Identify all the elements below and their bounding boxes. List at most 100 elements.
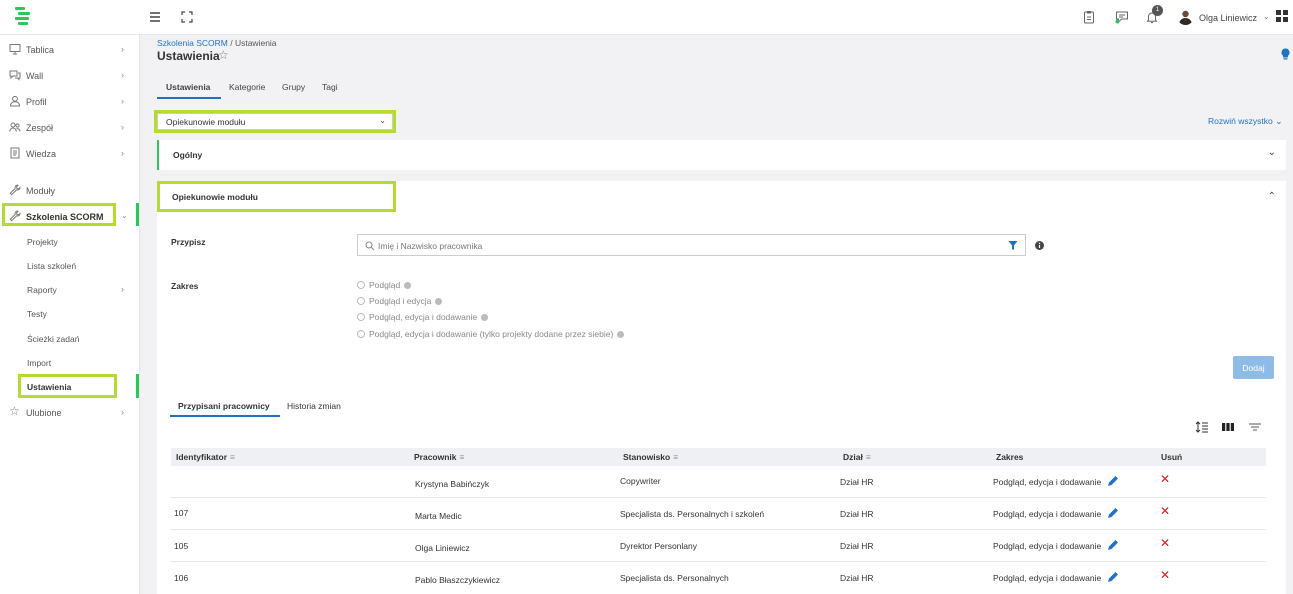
app-logo[interactable] <box>13 6 31 28</box>
radio-circle <box>357 297 365 305</box>
sort-icon: ≡ <box>459 452 465 462</box>
cell-scope: Podgląd, edycja i dodawanie <box>993 573 1102 583</box>
delete-icon[interactable]: ✕ <box>1160 472 1170 486</box>
cell-department: Dział HR <box>840 541 874 551</box>
tab-grupy[interactable]: Grupy <box>282 82 305 92</box>
sidebar-item-label: Zespół <box>26 123 54 133</box>
chevron-right-icon: › <box>121 70 124 80</box>
top-bar: 1 Olga Liniewicz ⌄ <box>0 0 1293 35</box>
cell-department: Dział HR <box>840 477 874 487</box>
cell-id: 107 <box>174 508 189 518</box>
scope-option-label: Podgląd, edycja i dodawanie (tylko proje… <box>369 329 614 339</box>
fullscreen-icon[interactable] <box>180 10 194 24</box>
tab-change-history[interactable]: Historia zmian <box>287 401 341 411</box>
column-header: Usuń <box>1161 452 1183 462</box>
columns-icon[interactable] <box>1221 420 1235 434</box>
chat-icon <box>9 70 21 81</box>
column-header[interactable]: Stanowisko ≡ <box>623 452 678 462</box>
add-button[interactable]: Dodaj <box>1233 356 1274 379</box>
user-name[interactable]: Olga Liniewicz <box>1199 13 1257 23</box>
sidebar-item-zespol[interactable]: Zespół › <box>0 117 140 139</box>
edit-pencil-icon[interactable] <box>1107 475 1119 487</box>
radio-circle <box>357 281 365 289</box>
sidebar-item-profil[interactable]: Profil › <box>0 91 140 113</box>
hamburger-menu-icon[interactable] <box>148 10 162 24</box>
edit-pencil-icon[interactable] <box>1107 571 1119 583</box>
info-icon <box>435 298 443 305</box>
scope-option-preview-edit[interactable]: Podgląd i edycja <box>357 296 443 306</box>
employee-search-input[interactable] <box>378 239 998 252</box>
user-menu-chevron-icon[interactable]: ⌄ <box>1263 12 1270 21</box>
scope-option-preview-edit-add[interactable]: Podgląd, edycja i dodawanie <box>357 312 489 322</box>
delete-icon[interactable]: ✕ <box>1160 568 1170 582</box>
chevron-right-icon: › <box>121 284 124 294</box>
cell-position: Specjalista ds. Personalnych i szkoleń <box>620 509 765 519</box>
table-row: 105 Olga Liniewicz Dyrektor Personlany D… <box>171 530 1266 562</box>
highlight-frame <box>154 110 396 133</box>
apps-grid-icon[interactable] <box>1276 10 1288 22</box>
cell-scope: Podgląd, edycja i dodawanie <box>993 509 1102 519</box>
clipboard-icon[interactable] <box>1082 10 1096 24</box>
panel-general-title: Ogólny <box>173 150 203 160</box>
tab-tagi[interactable]: Tagi <box>322 82 338 92</box>
chevron-right-icon: › <box>121 407 124 417</box>
chevron-down-icon[interactable]: ⌄ <box>1268 147 1276 158</box>
sidebar-item-moduly[interactable]: Moduły <box>0 180 140 202</box>
sidebar-item-wiedza[interactable]: Wiedza › <box>0 143 140 165</box>
sidebar-subitem-projekty[interactable]: Projekty <box>27 237 58 247</box>
scope-option-preview[interactable]: Podgląd <box>357 280 412 290</box>
sidebar-item-label: Wall <box>26 71 44 81</box>
sidebar-subitem-sciezki-zadan[interactable]: Ścieżki zadań <box>27 334 79 344</box>
info-icon[interactable] <box>1035 241 1044 250</box>
column-header[interactable]: Identyfikator ≡ <box>176 452 235 462</box>
team-icon <box>9 122 21 132</box>
sidebar-subitem-testy[interactable]: Testy <box>27 309 47 319</box>
search-icon <box>365 241 375 251</box>
sidebar-subitem-raporty[interactable]: Raporty <box>27 285 57 295</box>
breadcrumb-link[interactable]: Szkolenia SCORM <box>157 38 228 48</box>
tab-assigned-employees[interactable]: Przypisani pracownicy <box>178 401 270 411</box>
sidebar-item-tablica[interactable]: Tablica › <box>0 39 140 61</box>
user-icon <box>9 95 21 107</box>
edit-pencil-icon[interactable] <box>1107 507 1119 519</box>
chevron-down-icon: ⌄ <box>1275 116 1283 126</box>
highlight-frame <box>2 203 116 226</box>
column-header[interactable]: Dział ≡ <box>843 452 871 462</box>
sidebar-subitem-import[interactable]: Import <box>27 358 51 368</box>
avatar[interactable] <box>1177 8 1194 25</box>
cell-department: Dział HR <box>840 509 874 519</box>
chevron-down-icon: ⌄ <box>121 211 128 220</box>
cell-employee: Marta Medic <box>415 511 462 521</box>
row-height-icon[interactable] <box>1195 420 1209 434</box>
expand-all-link[interactable]: Rozwiń wszystko ⌄ <box>1208 116 1283 127</box>
active-tab-indicator <box>157 97 221 99</box>
column-header[interactable]: Pracownik ≡ <box>414 452 465 462</box>
employee-search-field[interactable] <box>357 234 1026 256</box>
sidebar-item-wall[interactable]: Wall › <box>0 65 140 87</box>
panel-general[interactable]: Ogólny ⌄ <box>157 140 1286 170</box>
chevron-right-icon: › <box>121 44 124 54</box>
favorite-star-icon[interactable]: ☆ <box>218 48 229 62</box>
tab-kategorie[interactable]: Kategorie <box>229 82 265 92</box>
sidebar-item-ulubione[interactable]: ☆ Ulubione › <box>0 402 140 424</box>
lightbulb-icon[interactable] <box>1281 48 1290 61</box>
chevron-up-icon[interactable]: ⌃ <box>1268 191 1276 202</box>
delete-icon[interactable]: ✕ <box>1160 504 1170 518</box>
sidebar-subitem-lista-szkolen[interactable]: Lista szkoleń <box>27 261 76 271</box>
breadcrumb-current: / Ustawienia <box>230 38 277 48</box>
column-header: Zakres <box>996 452 1024 462</box>
messages-icon[interactable] <box>1115 10 1129 24</box>
panel-guardians: Opiekunowie modułu ⌃ <box>157 181 1286 391</box>
chevron-right-icon: › <box>121 148 124 158</box>
sort-icon: ≡ <box>673 452 679 462</box>
chevron-right-icon: › <box>121 122 124 132</box>
active-indicator <box>136 374 139 398</box>
filter-icon[interactable] <box>1008 240 1018 251</box>
filter-lines-icon[interactable] <box>1248 420 1262 434</box>
delete-icon[interactable]: ✕ <box>1160 536 1170 550</box>
scope-option-own-projects[interactable]: Podgląd, edycja i dodawanie (tylko proje… <box>357 329 625 339</box>
tab-ustawienia[interactable]: Ustawienia <box>166 82 210 92</box>
edit-pencil-icon[interactable] <box>1107 539 1119 551</box>
cell-position: Dyrektor Personlany <box>620 541 698 551</box>
scope-label: Zakres <box>171 281 199 291</box>
